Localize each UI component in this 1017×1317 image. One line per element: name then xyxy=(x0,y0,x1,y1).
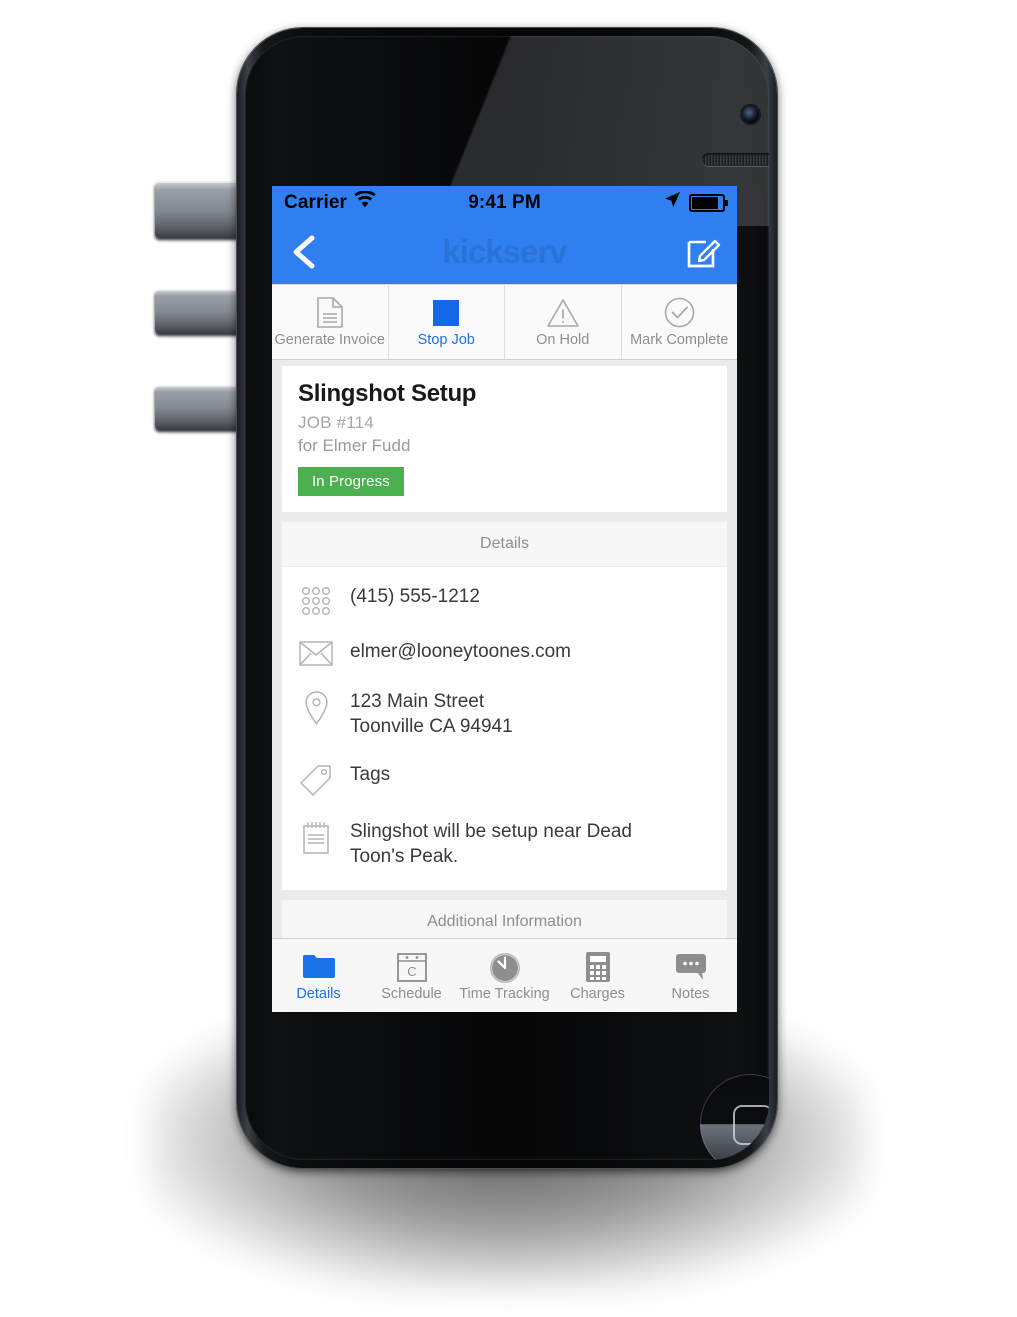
stop-job-label: Stop Job xyxy=(417,331,475,348)
tab-time-tracking-label: Time Tracking xyxy=(459,985,550,1002)
on-hold-label: On Hold xyxy=(536,331,590,348)
detail-notes-value: Slingshot will be setup near Dead Toon's… xyxy=(350,820,632,869)
detail-row-phone[interactable]: (415) 555-1212 xyxy=(282,571,727,626)
detail-phone-value: (415) 555-1212 xyxy=(350,586,480,607)
phone-screen: Carrier 9:41 PM kickserv Generate Invoic… xyxy=(272,186,737,1012)
tab-notes[interactable]: Notes xyxy=(644,939,737,1012)
job-title: Slingshot Setup xyxy=(298,380,477,407)
warning-triangle-icon xyxy=(546,297,580,329)
front-camera-icon xyxy=(742,106,759,123)
detail-email-value: elmer@looneytoones.com xyxy=(350,641,572,662)
status-badge: In Progress xyxy=(298,467,404,496)
envelope-icon xyxy=(298,640,334,666)
generate-invoice-button[interactable]: Generate Invoice xyxy=(272,285,389,359)
detail-address-value: 123 Main Street Toonville CA 94941 xyxy=(350,690,513,739)
tag-icon xyxy=(298,763,334,797)
section-divider-2 xyxy=(272,889,737,900)
job-number: JOB #114 xyxy=(298,413,374,432)
details-section-header: Details xyxy=(282,522,727,567)
address-line-2: Toonville CA 94941 xyxy=(350,715,513,737)
details-section-body: (415) 555-1212 elmer@looneytoones.com 12… xyxy=(282,567,727,890)
detail-row-notes[interactable]: Slingshot will be setup near Dead Toon's… xyxy=(282,806,727,879)
volume-up-button[interactable] xyxy=(155,290,250,334)
compose-icon[interactable] xyxy=(685,234,721,270)
stop-square-icon xyxy=(432,297,460,329)
section-divider xyxy=(272,512,737,522)
mark-complete-label: Mark Complete xyxy=(630,331,729,348)
tab-notes-label: Notes xyxy=(671,985,710,1002)
tab-details[interactable]: Details xyxy=(272,939,365,1012)
address-line-1: 123 Main Street xyxy=(350,691,485,712)
tab-schedule[interactable]: C Schedule xyxy=(365,939,458,1012)
location-arrow-icon xyxy=(664,191,681,214)
generate-invoice-label: Generate Invoice xyxy=(274,331,385,348)
check-circle-icon xyxy=(664,297,695,329)
home-button-square-icon xyxy=(733,1105,769,1145)
notepad-icon xyxy=(298,820,334,855)
speech-bubble-icon xyxy=(675,950,707,984)
detail-row-email[interactable]: elmer@looneytoones.com xyxy=(282,626,727,676)
app-title-logo: kickserv xyxy=(442,232,567,270)
map-pin-icon xyxy=(298,690,334,725)
battery-full-icon xyxy=(689,193,728,212)
stopwatch-icon xyxy=(489,950,521,984)
detail-row-tags[interactable]: Tags xyxy=(282,749,727,806)
mute-switch[interactable] xyxy=(155,182,250,238)
tab-bar: Details C Schedule Time Tracking Charges… xyxy=(272,938,737,1012)
mark-complete-button[interactable]: Mark Complete xyxy=(622,285,738,359)
tab-charges[interactable]: Charges xyxy=(551,939,644,1012)
svg-text:C: C xyxy=(407,964,416,979)
back-button[interactable] xyxy=(288,232,322,272)
tab-charges-label: Charges xyxy=(570,985,625,1002)
earpiece-speaker-icon xyxy=(702,153,769,166)
tab-schedule-label: Schedule xyxy=(381,985,442,1002)
folder-icon xyxy=(302,950,336,984)
detail-row-address[interactable]: 123 Main Street Toonville CA 94941 xyxy=(282,676,727,749)
volume-down-button[interactable] xyxy=(155,386,250,430)
action-toolbar: Generate Invoice Stop Job On Hold Mark C… xyxy=(272,284,737,360)
tab-details-label: Details xyxy=(296,985,341,1002)
stop-job-button[interactable]: Stop Job xyxy=(389,285,505,359)
notes-line-1: Slingshot will be setup near Dead xyxy=(350,821,633,843)
home-button[interactable] xyxy=(700,1074,769,1160)
calculator-icon xyxy=(585,950,611,984)
phone-keypad-icon xyxy=(298,585,334,616)
detail-tags-value: Tags xyxy=(350,764,391,786)
job-customer: for Elmer Fudd xyxy=(298,436,411,455)
navigation-bar: kickserv xyxy=(272,219,737,284)
document-icon xyxy=(316,297,343,329)
on-hold-button[interactable]: On Hold xyxy=(505,285,622,359)
status-bar: Carrier 9:41 PM xyxy=(272,186,737,219)
job-summary-card: Slingshot Setup JOB #114 for Elmer Fudd … xyxy=(282,366,727,512)
calendar-icon: C xyxy=(396,950,427,984)
tab-time-tracking[interactable]: Time Tracking xyxy=(458,939,551,1012)
notes-line-2: Toon's Peak. xyxy=(350,846,459,868)
